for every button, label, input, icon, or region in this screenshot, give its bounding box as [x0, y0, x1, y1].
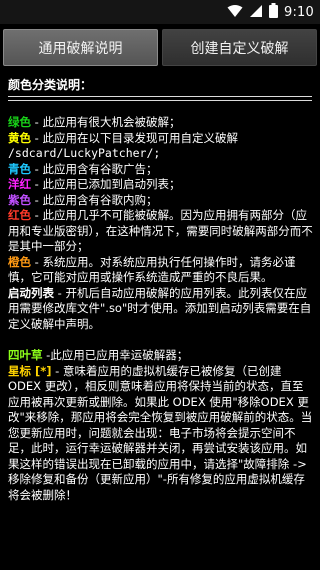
legend-key: 黄色 — [8, 130, 31, 145]
legend-red: 红色 - 此应用几乎不可能被破解。因为应用拥有两部分（应用和专业版密钥），在这种… — [8, 208, 314, 255]
legend-key: 四叶草 — [8, 348, 43, 362]
battery-icon — [269, 2, 278, 22]
legend-key: 橙色 — [8, 254, 31, 269]
tab-general-crack-help[interactable]: 通用破解说明 — [3, 29, 158, 66]
help-heading: 颜色分类说明： — [8, 78, 93, 92]
tab-bar: 通用破解说明 创建自定义破解 — [0, 24, 320, 72]
legend-text: - 此应用有很大机会被破解； — [31, 115, 181, 129]
status-icons: 9:10 — [227, 0, 314, 24]
help-content: 绿色 - 此应用有很大机会被破解； 黄色 - 此应用在以下目录发现可用自定义破解… — [8, 115, 314, 503]
legend-clover: 四叶草 -此应用已应用幸运破解器； — [8, 348, 314, 364]
legend-orange: 橙色 - 系统应用。对系统应用执行任何操作时，请务必谨慎，它可能对应用或操作系统… — [8, 255, 314, 286]
legend-yellow: 黄色 - 此应用在以下目录发现可用自定义破解 — [8, 131, 314, 147]
legend-key: 启动列表 — [8, 285, 54, 300]
legend-key: 绿色 — [8, 115, 31, 129]
legend-text: - 意味着应用的虚拟机缓存已被修复（已创建ODEX 更改），相反则意味着应用将保… — [8, 363, 313, 502]
status-bar: 9:10 — [0, 0, 320, 24]
legend-text: - 此应用已添加到启动列表； — [31, 177, 181, 191]
legend-key: 青色 — [8, 161, 31, 176]
status-time: 9:10 — [284, 4, 314, 20]
tab-create-custom-patch[interactable]: 创建自定义破解 — [162, 29, 317, 66]
legend-text: -此应用已应用幸运破解器； — [42, 348, 189, 362]
legend-boot-list: 启动列表 - 开机后自动应用破解的应用列表。此列表仅在应用需要修改库文件".so… — [8, 286, 314, 333]
signal-icon — [249, 3, 263, 22]
legend-path: /sdcard/LuckyPatcher/; — [8, 146, 161, 160]
legend-star: 星标 [*] - 意味着应用的虚拟机缓存已被修复（已创建ODEX 更改），相反则… — [8, 364, 314, 504]
divider — [8, 96, 312, 97]
legend-text: - 系统应用。对系统应用执行任何操作时，请务必谨慎，它可能对应用或操作系统造成严… — [8, 254, 296, 285]
legend-key: 星标 [*] — [8, 363, 52, 378]
legend-green: 绿色 - 此应用有很大机会被破解； — [8, 115, 314, 131]
legend-purple: 紫色 - 此应用含有谷歌内购； — [8, 193, 314, 209]
legend-text: - 此应用含有谷歌内购； — [31, 192, 158, 207]
help-panel: 颜色分类说明： 绿色 - 此应用有很大机会被破解； 黄色 - 此应用在以下目录发… — [0, 72, 320, 570]
legend-key: 红色 — [8, 208, 31, 222]
legend-text: - 开机后自动应用破解的应用列表。此列表仅在应用需要修改库文件".so"时才使用… — [8, 285, 312, 331]
wifi-icon — [227, 3, 243, 22]
legend-cyan: 青色 - 此应用含有谷歌广告； — [8, 162, 314, 178]
legend-text: - 此应用几乎不可能被破解。因为应用拥有两部分（应用和专业版密钥），在这种情况下… — [8, 208, 313, 253]
divider — [8, 100, 312, 101]
legend-text: - 此应用含有谷歌广告； — [31, 161, 158, 176]
legend-text: - 此应用在以下目录发现可用自定义破解 — [31, 130, 238, 145]
legend-key: 洋红 — [8, 177, 31, 191]
legend-key: 紫色 — [8, 192, 31, 207]
legend-magenta: 洋红 - 此应用已添加到启动列表； — [8, 177, 314, 193]
